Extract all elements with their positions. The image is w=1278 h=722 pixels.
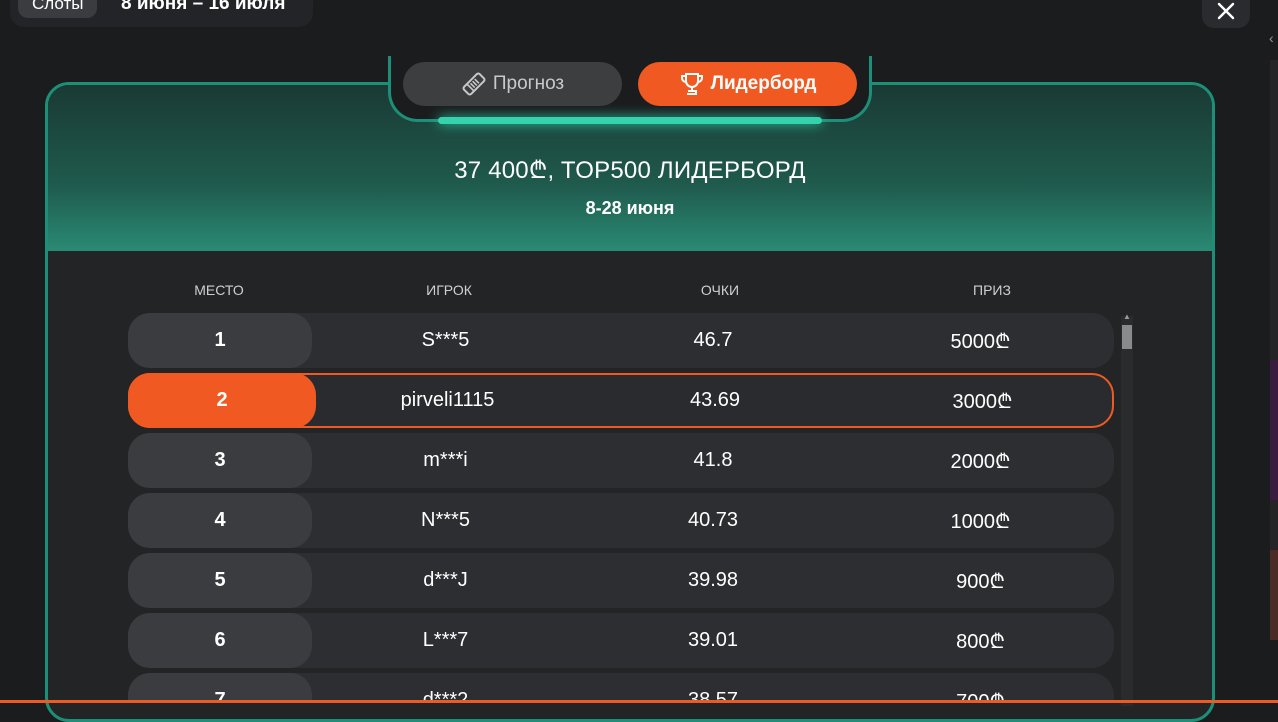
leaderboard-period: 8-28 июня (585, 198, 675, 218)
row-prize: 3000₾ (952, 391, 1013, 413)
row-place: 7 (128, 673, 312, 703)
close-icon (1217, 2, 1235, 20)
table-row: 4 N***5 40.73 1000₾ (128, 493, 1114, 548)
row-place: 3 (128, 433, 312, 488)
row-player: S***5 (421, 329, 470, 351)
row-prize: 1000₾ (950, 511, 1011, 533)
column-header-points: ОЧКИ (700, 282, 740, 298)
column-header-prize: ПРИЗ (973, 282, 1011, 298)
table-row: 3 m***i 41.8 2000₾ (128, 433, 1114, 488)
ticket-icon (462, 72, 486, 96)
row-player: d***2 (422, 689, 469, 703)
tab-leaderboard-label: Лидерборд (710, 73, 817, 94)
table-row: 5 d***J 39.98 900₾ (128, 553, 1114, 608)
chevron-left-icon: ‹ (1269, 30, 1274, 46)
row-prize: 700₾ (956, 691, 1005, 703)
column-header-player: ИГРОК (426, 282, 472, 298)
table-row: 6 L***7 39.01 800₾ (128, 613, 1114, 668)
row-place: 1 (128, 313, 312, 368)
row-player: L***7 (422, 629, 469, 651)
row-place: 6 (128, 613, 312, 668)
leaderboard-title: 37 400₾, TOP500 ЛИДЕРБОРД (454, 157, 806, 184)
row-player: d***J (423, 569, 468, 591)
row-prize: 900₾ (956, 571, 1005, 593)
table-row-current-user: 2 pirveli1115 43.69 3000₾ (128, 373, 1114, 428)
row-place: 2 (128, 373, 316, 428)
tab-indicator (438, 117, 822, 124)
tab-forecast[interactable]: Прогноз (403, 62, 622, 106)
row-prize: 2000₾ (950, 451, 1011, 473)
tab-leaderboard[interactable]: Лидерборд (638, 62, 857, 106)
trophy-icon (680, 73, 703, 95)
row-prize: 800₾ (956, 631, 1005, 653)
row-player: N***5 (421, 509, 470, 531)
table-row: 7 d***2 38.57 700₾ (128, 673, 1114, 703)
row-points: 38.57 (687, 689, 739, 703)
tab-forecast-label: Прогноз (492, 73, 565, 94)
row-points: 46.7 (693, 329, 733, 351)
table-row: 1 S***5 46.7 5000₾ (128, 313, 1114, 368)
row-prize: 5000₾ (950, 331, 1011, 353)
close-button[interactable] (1202, 0, 1250, 28)
row-points: 43.69 (689, 389, 741, 411)
scrollbar-thumb[interactable] (1122, 325, 1132, 349)
row-points: 41.8 (693, 449, 733, 471)
row-player: m***i (423, 449, 468, 471)
scroll-up-icon[interactable]: ▲ (1122, 312, 1132, 321)
row-player: pirveli1115 (400, 389, 495, 411)
category-chip[interactable]: Слоты (18, 0, 98, 18)
date-range: 8 июня – 16 июля (121, 0, 286, 14)
background-strip (1270, 60, 1278, 640)
row-points: 40.73 (687, 509, 739, 531)
column-header-place: МЕСТО (194, 282, 244, 298)
row-points: 39.98 (687, 569, 739, 591)
row-points: 39.01 (687, 629, 739, 651)
scrollbar-track[interactable] (1121, 316, 1133, 706)
leaderboard-list[interactable]: 1 S***5 46.7 5000₾ 2 pirveli1115 43.69 3… (128, 313, 1114, 703)
row-place: 4 (128, 493, 312, 548)
row-place: 5 (128, 553, 312, 608)
